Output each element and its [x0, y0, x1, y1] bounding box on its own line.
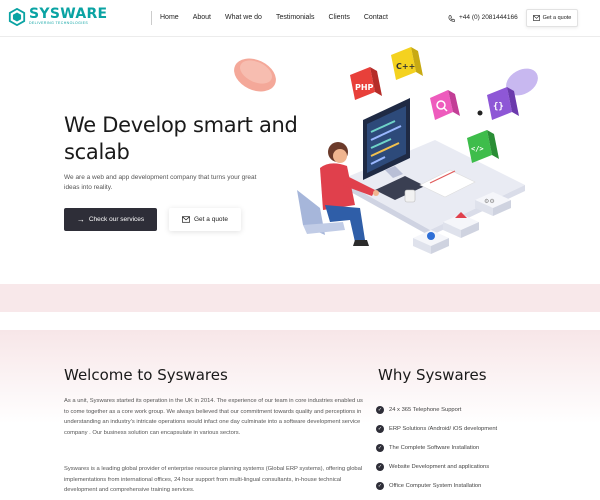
welcome-title: Welcome to Syswares [64, 366, 228, 384]
main-nav: Home About What we do Testimonials Clien… [160, 13, 402, 23]
why-item-label: Website Development and applications [389, 463, 490, 470]
coffee-mug [404, 189, 416, 203]
nav-contact[interactable]: Contact [364, 13, 388, 23]
check-services-label: Check our services [88, 216, 145, 223]
svg-text:C++: C++ [396, 62, 415, 71]
check-icon: ✓ [376, 462, 384, 471]
cpp-cube-icon: C++ [391, 47, 423, 80]
svg-text:</>: </> [471, 145, 484, 153]
logo[interactable]: SYSWARE DELIVERING TECHNOLOGIES [8, 6, 108, 26]
check-icon: ✓ [376, 443, 384, 452]
why-item-label: The Complete Software Installation [389, 444, 480, 451]
nav-home[interactable]: Home [160, 13, 179, 23]
developer-illustration: PHP C++ {} </> ⚙⚙ [234, 47, 538, 254]
divider-band [0, 284, 600, 312]
why-item: ✓ Website Development and applications [376, 457, 497, 476]
nav-what-we-do[interactable]: What we do [225, 13, 262, 23]
welcome-paragraph-1: As a unit, Syswares started its operatio… [64, 398, 363, 436]
hero-quote-label: Get a quote [194, 216, 228, 223]
site-header: SYSWARE DELIVERING TECHNOLOGIES Home Abo… [0, 0, 600, 37]
nav-about[interactable]: About [193, 13, 211, 23]
check-icon: ✓ [376, 405, 384, 414]
why-item: ✓ The Complete Software Installation [376, 438, 497, 457]
why-item-label: Office Computer System Installation [389, 482, 482, 489]
why-list: ✓ 24 x 365 Telephone Support ✓ ERP Solutio… [376, 400, 497, 495]
nav-testimonials[interactable]: Testimonials [276, 13, 315, 23]
why-title: Why Syswares [378, 366, 487, 384]
logo-mark-icon [8, 8, 26, 26]
php-cube-icon: PHP [350, 67, 382, 100]
check-services-button[interactable]: → Check our services [64, 208, 157, 231]
header-quote-button[interactable]: Get a quote [526, 9, 578, 27]
svg-text:⚙⚙: ⚙⚙ [484, 198, 495, 205]
why-item: ✓ ERP Solutions /Android/ iOS development [376, 419, 497, 438]
mail-icon [182, 216, 190, 223]
logo-name: SYSWARE [29, 6, 108, 22]
search-cube-icon [430, 90, 460, 120]
phone-link[interactable]: +44 (0) 2081444166 [448, 13, 518, 23]
check-icon: ✓ [376, 424, 384, 433]
why-item: ✓ Office Computer System Installation [376, 476, 497, 495]
phone-number: +44 (0) 2081444166 [459, 14, 518, 21]
svg-text:{}: {} [493, 102, 504, 112]
nav-divider [151, 11, 152, 25]
svg-text:PHP: PHP [355, 83, 374, 92]
welcome-paragraph-2: Syswares is a leading global provider of… [64, 466, 363, 493]
nav-clients[interactable]: Clients [328, 13, 349, 23]
mail-icon [532, 15, 540, 21]
arrow-right-icon: → [76, 215, 85, 224]
header-quote-label: Get a quote [542, 15, 572, 21]
why-item-label: ERP Solutions /Android/ iOS development [389, 425, 498, 432]
check-icon: ✓ [376, 481, 384, 490]
phone-icon [448, 14, 455, 22]
why-item: ✓ 24 x 365 Telephone Support [376, 400, 497, 419]
why-item-label: 24 x 365 Telephone Support [389, 406, 462, 413]
code-cube-icon: </> [467, 130, 499, 163]
